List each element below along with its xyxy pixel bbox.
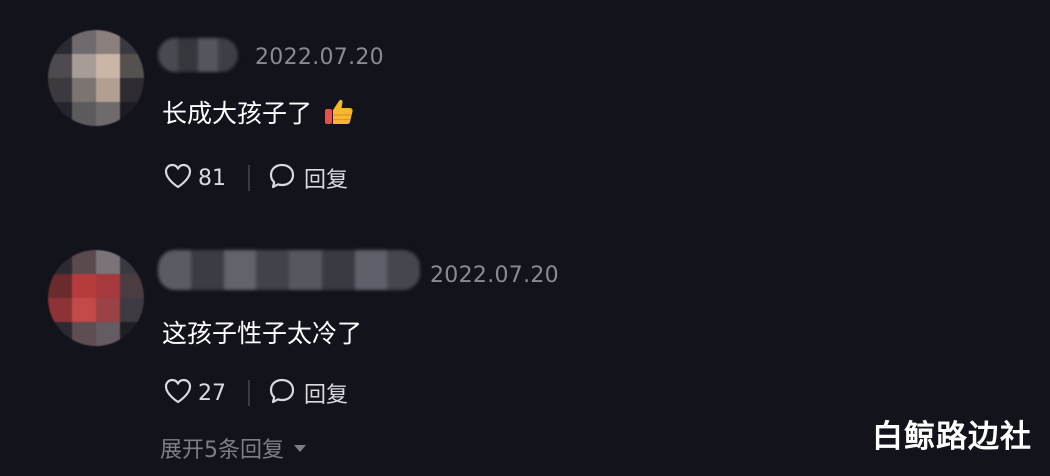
comment-text: 长成大孩子了 bbox=[162, 94, 354, 130]
username-redacted[interactable] bbox=[158, 38, 238, 72]
expand-replies-label: 展开5条回复 bbox=[160, 438, 284, 463]
heart-outline-icon bbox=[164, 378, 192, 408]
thumbs-up-emoji-icon bbox=[324, 98, 354, 126]
avatar[interactable] bbox=[48, 250, 144, 346]
like-button[interactable]: 27 bbox=[164, 378, 226, 408]
like-count: 81 bbox=[198, 165, 226, 191]
speech-bubble-icon bbox=[268, 162, 296, 194]
expand-replies-button[interactable]: 展开5条回复 bbox=[160, 432, 306, 464]
action-divider bbox=[248, 380, 250, 406]
comment-text-content: 长成大孩子了 bbox=[162, 99, 313, 128]
action-divider bbox=[248, 165, 250, 191]
comment-actions: 27 回复 bbox=[164, 376, 348, 410]
like-button[interactable]: 81 bbox=[164, 163, 226, 193]
caret-down-icon bbox=[294, 444, 306, 452]
comment-actions: 81 回复 bbox=[164, 161, 348, 195]
reply-label: 回复 bbox=[304, 168, 349, 193]
reply-button[interactable]: 回复 bbox=[268, 162, 348, 194]
comment-text: 这孩子性子太冷了 bbox=[162, 314, 362, 350]
speech-bubble-icon bbox=[268, 377, 296, 409]
comment-text-content: 这孩子性子太冷了 bbox=[162, 319, 363, 348]
comment-item: 2022.07.20 长成大孩子了 81 回复 bbox=[0, 0, 1050, 215]
heart-outline-icon bbox=[164, 163, 192, 193]
like-count: 27 bbox=[198, 380, 226, 406]
comment-item: 2022.07.20 这孩子性子太冷了 27 回复 展开5条回复 bbox=[0, 230, 1050, 463]
reply-label: 回复 bbox=[304, 383, 349, 408]
username-redacted[interactable] bbox=[158, 250, 420, 290]
watermark: 白鲸路边社 bbox=[872, 419, 1032, 455]
reply-button[interactable]: 回复 bbox=[268, 377, 348, 409]
comment-timestamp: 2022.07.20 bbox=[255, 45, 384, 70]
avatar[interactable] bbox=[48, 30, 144, 126]
comment-timestamp: 2022.07.20 bbox=[430, 263, 559, 288]
